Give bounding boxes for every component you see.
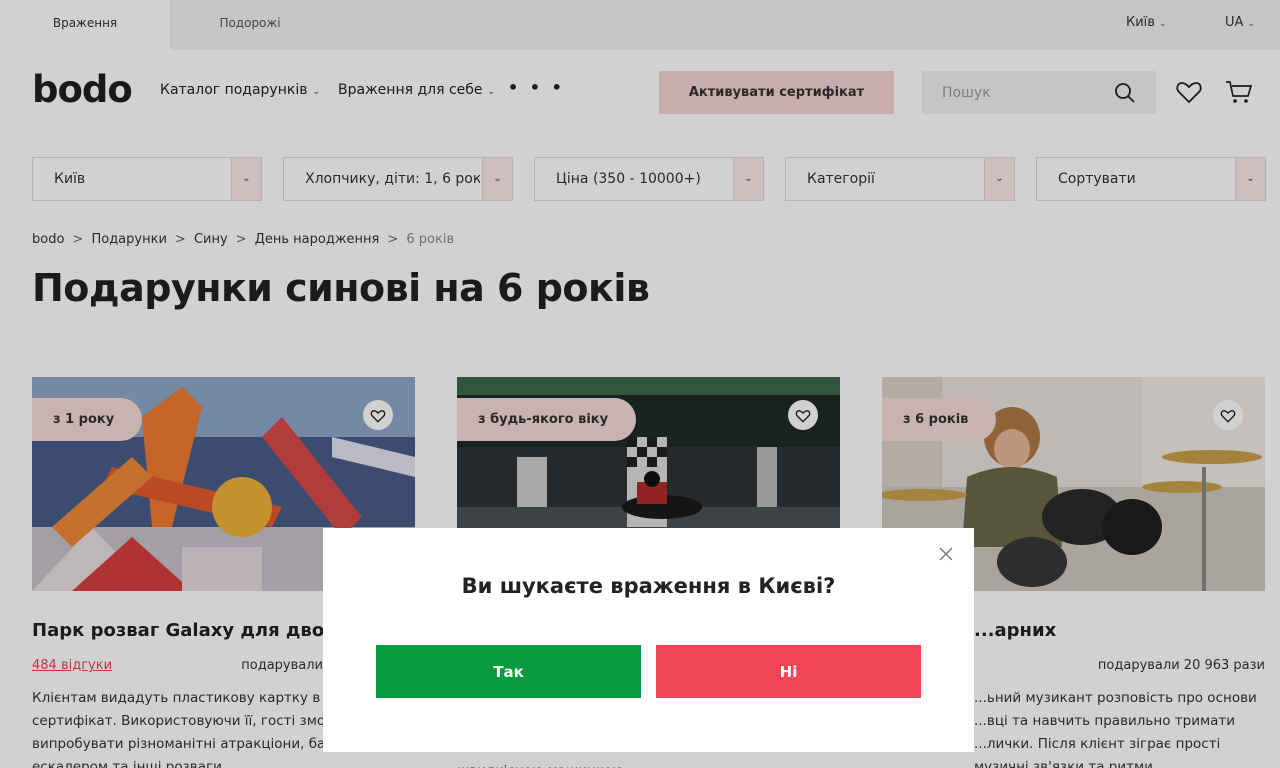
city-confirm-dialog: Ви шукаєте враження в Києві? Так Ні — [323, 528, 974, 752]
no-button[interactable]: Ні — [656, 645, 921, 698]
yes-button[interactable]: Так — [376, 645, 641, 698]
dialog-question: Ви шукаєте враження в Києві? — [461, 574, 836, 598]
close-icon[interactable] — [938, 546, 954, 562]
